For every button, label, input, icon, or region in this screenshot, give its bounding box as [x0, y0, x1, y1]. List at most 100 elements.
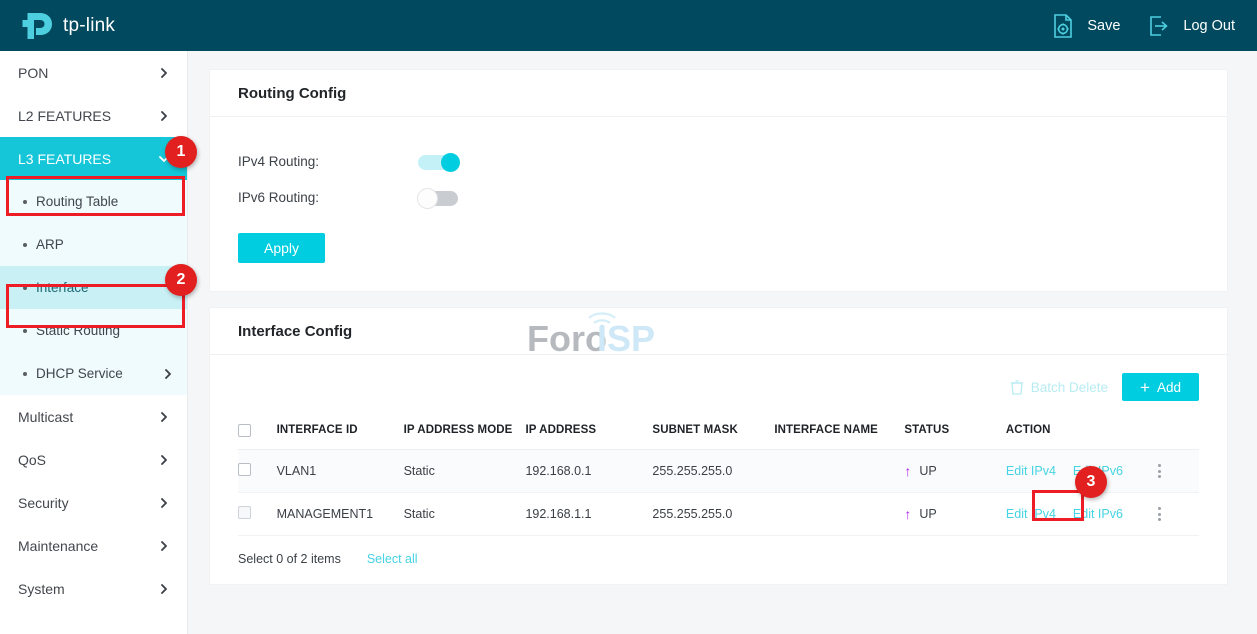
sidebar-item-label: L3 FEATURES: [18, 150, 112, 167]
ipv4-routing-row: IPv4 Routing:: [238, 143, 1227, 179]
sidebar-item-label: ARP: [36, 237, 64, 252]
row-more-menu-icon[interactable]: [1158, 507, 1162, 521]
col-status: STATUS: [904, 424, 950, 436]
sidebar-submenu-l3: Routing Table ARP Interface Static Routi…: [0, 180, 187, 395]
cell-subnet-mask: 255.255.255.0: [652, 507, 733, 521]
status-badge: UP: [919, 507, 937, 521]
brand-text: tp-link: [63, 14, 116, 36]
cell-interface-name: [774, 493, 904, 536]
sidebar-item-label: System: [18, 580, 65, 597]
interface-table: INTERFACE ID IP ADDRESS MODE IP ADDRESS …: [238, 415, 1199, 536]
sidebar-item-label: QoS: [18, 451, 47, 468]
col-menu: [1158, 415, 1199, 450]
sidebar-item-routing-table[interactable]: Routing Table: [0, 180, 187, 223]
edit-ipv6-link[interactable]: Edit IPv6: [1073, 464, 1123, 478]
sidebar-item-label: L2 FEATURES: [18, 107, 112, 124]
selection-count-label: Select 0 of 2 items: [238, 552, 341, 566]
sidebar-item-l3-features[interactable]: L3 FEATURES: [0, 137, 187, 180]
chevron-down-icon: [159, 155, 169, 162]
chevron-right-icon: [161, 497, 167, 508]
cell-row-menu: [1158, 493, 1199, 536]
cell-ip-address-mode: Static: [403, 464, 435, 478]
row-more-menu-icon[interactable]: [1158, 464, 1162, 478]
tplink-logo[interactable]: tp-link: [22, 11, 115, 41]
status-badge: UP: [919, 464, 937, 478]
section-title: Interface Config: [238, 322, 353, 340]
sidebar-item-label: Maintenance: [18, 537, 99, 554]
sidebar-item-interface[interactable]: Interface: [0, 266, 187, 309]
apply-button[interactable]: Apply: [238, 233, 326, 263]
sidebar-item-label: PON: [18, 64, 49, 81]
sidebar-item-security[interactable]: Security: [0, 481, 187, 524]
cell-action: Edit IPv4 Edit IPv6: [1006, 493, 1158, 536]
add-button[interactable]: + Add: [1122, 373, 1199, 401]
col-interface-id: INTERFACE ID: [276, 424, 358, 436]
sidebar-item-label: Static Routing: [36, 323, 121, 338]
select-all-checkbox-cell: [238, 415, 277, 450]
cell-interface-name: [774, 450, 904, 493]
ipv4-routing-label: IPv4 Routing:: [238, 153, 320, 169]
select-all-checkbox[interactable]: [238, 424, 251, 437]
batch-delete-button[interactable]: Batch Delete: [1010, 379, 1108, 395]
edit-ipv6-link[interactable]: Edit IPv6: [1073, 507, 1123, 521]
sidebar-item-label: Security: [18, 494, 69, 511]
table-row: VLAN1 Static 192.168.0.1 255.255.255.0 ↑…: [238, 449, 1199, 493]
bullet-icon: [23, 199, 27, 204]
chevron-right-icon: [161, 411, 167, 422]
cell-ip-address: 192.168.1.1: [525, 507, 592, 521]
sidebar-item-maintenance[interactable]: Maintenance: [0, 524, 187, 567]
toggle-knob: [418, 188, 437, 208]
sidebar-item-label: Routing Table: [36, 194, 119, 209]
ipv6-routing-label: IPv6 Routing:: [238, 189, 320, 205]
save-button[interactable]: Save: [1050, 13, 1120, 39]
table-toolbar: Batch Delete + Add: [210, 355, 1227, 415]
table-body: VLAN1 Static 192.168.0.1 255.255.255.0 ↑…: [238, 449, 1199, 536]
cell-status: ↑ UP: [904, 493, 1006, 536]
row-checkbox[interactable]: [238, 463, 251, 476]
ipv6-routing-row: IPv6 Routing:: [238, 179, 1227, 215]
main-content: Routing Config IPv4 Routing: IPv6 Routin…: [188, 51, 1257, 634]
app-root: tp-link Save Log Out PON L2 FEATURES L3 …: [0, 0, 1257, 634]
edit-ipv4-link[interactable]: Edit IPv4: [1006, 507, 1056, 521]
cell-interface-id: VLAN1: [276, 464, 317, 478]
logout-button[interactable]: Log Out: [1146, 13, 1235, 39]
sidebar-item-pon[interactable]: PON: [0, 51, 187, 94]
sidebar-item-qos[interactable]: QoS: [0, 438, 187, 481]
cell-interface-id: MANAGEMENT1: [276, 507, 374, 521]
sidebar: PON L2 FEATURES L3 FEATURES Routing Tabl…: [0, 51, 188, 634]
sidebar-item-arp[interactable]: ARP: [0, 223, 187, 266]
cell-row-menu: [1158, 450, 1199, 493]
table-header-row: INTERFACE ID IP ADDRESS MODE IP ADDRESS …: [238, 415, 1199, 450]
row-checkbox[interactable]: [238, 506, 251, 519]
sidebar-item-label: Multicast: [18, 408, 74, 425]
save-document-gear-icon: [1054, 13, 1073, 38]
sidebar-item-multicast[interactable]: Multicast: [0, 395, 187, 438]
toggle-knob: [441, 152, 460, 172]
sidebar-item-label: Interface: [36, 280, 89, 295]
sidebar-item-l2-features[interactable]: L2 FEATURES: [0, 94, 187, 137]
edit-ipv4-link[interactable]: Edit IPv4: [1006, 464, 1056, 478]
select-all-link[interactable]: Select all: [367, 552, 418, 566]
bullet-icon: [23, 285, 27, 290]
table-wrapper: INTERFACE ID IP ADDRESS MODE IP ADDRESS …: [210, 415, 1227, 584]
col-interface-name: INTERFACE NAME: [774, 424, 878, 436]
top-bar-actions: Save Log Out: [1050, 0, 1235, 51]
ipv6-routing-toggle[interactable]: [418, 188, 460, 208]
sidebar-item-system[interactable]: System: [0, 567, 187, 610]
page-title: Routing Config: [238, 84, 347, 102]
cell-status: ↑ UP: [904, 450, 1006, 493]
sidebar-item-static-routing[interactable]: Static Routing: [0, 309, 187, 352]
ipv4-routing-toggle[interactable]: [418, 152, 460, 172]
add-label: Add: [1156, 379, 1181, 395]
col-action: ACTION: [1005, 424, 1051, 436]
chevron-right-icon: [161, 67, 167, 78]
table-header: INTERFACE ID IP ADDRESS MODE IP ADDRESS …: [238, 415, 1199, 450]
table-row: MANAGEMENT1 Static 192.168.1.1 255.255.2…: [238, 493, 1199, 536]
sidebar-item-dhcp-service[interactable]: DHCP Service: [0, 352, 187, 395]
status-up-arrow-icon: ↑: [904, 463, 912, 479]
chevron-right-icon: [161, 583, 167, 594]
col-subnet-mask: SUBNET MASK: [652, 424, 738, 436]
chevron-right-icon: [161, 540, 167, 551]
bullet-icon: [23, 328, 27, 333]
status-up-arrow-icon: ↑: [904, 506, 912, 522]
